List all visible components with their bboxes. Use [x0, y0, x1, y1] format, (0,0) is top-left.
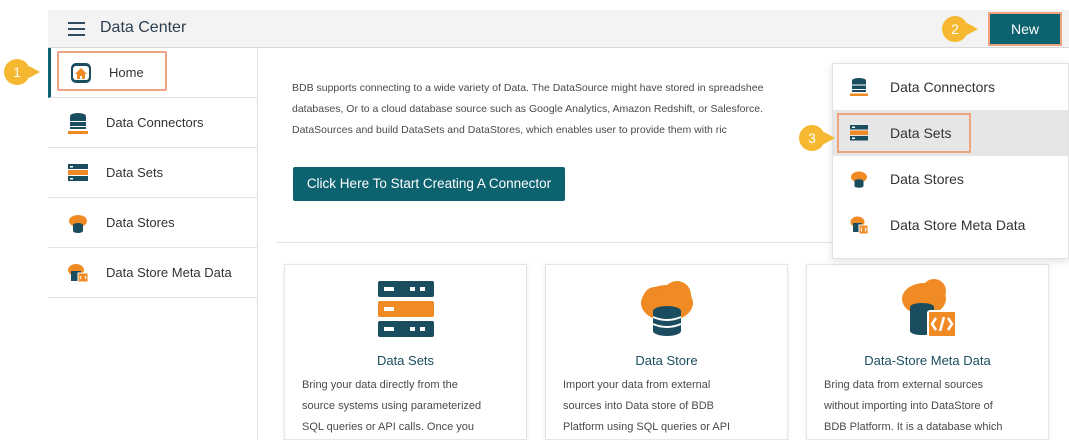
meta-data-icon	[902, 279, 957, 338]
menu-item-label: Data Store Meta Data	[890, 217, 1026, 233]
sidebar: Home Data Connectors Data Sets Data Stor…	[48, 48, 258, 440]
sidebar-item-label: Data Store Meta Data	[106, 265, 232, 280]
sidebar-item-home[interactable]: Home	[48, 48, 257, 98]
card-description: Bring data from external sources without…	[824, 375, 1039, 438]
new-dropdown-menu: Data Connectors Data Sets Data Stores Da…	[832, 63, 1069, 259]
meta-data-icon	[68, 264, 89, 283]
sidebar-item-label: Data Connectors	[106, 115, 204, 130]
app-title: Data Center	[100, 19, 187, 36]
sidebar-item-data-sets[interactable]: Data Sets	[48, 148, 257, 198]
desc-line: BDB Platform. It is a database which	[824, 421, 1003, 433]
intro-line: DataSources and build DataSets and DataS…	[292, 124, 727, 136]
card-title: Data Store	[635, 353, 698, 368]
card-data-sets[interactable]: Data Sets Bring your data directly from …	[284, 264, 527, 440]
desc-line: source systems using parameterized	[302, 400, 482, 412]
desc-line: Platform using SQL queries or API	[563, 421, 731, 433]
database-icon	[850, 78, 868, 96]
step-badge-2: 2	[942, 16, 978, 42]
step-badge-3: 3	[799, 125, 835, 151]
new-button[interactable]: New	[988, 12, 1062, 46]
meta-data-icon	[850, 216, 869, 235]
home-icon	[71, 63, 91, 83]
dataset-icon	[850, 125, 868, 141]
desc-line: without importing into DataStore of	[824, 400, 993, 412]
dataset-icon	[68, 164, 88, 181]
top-header: Data Center New	[48, 10, 1069, 48]
card-data-store[interactable]: Data Store Import your data from externa…	[545, 264, 788, 440]
card-data-store-meta-data[interactable]: Data-Store Meta Data Bring data from ext…	[806, 264, 1049, 440]
create-connector-button[interactable]: Click Here To Start Creating A Connector	[293, 167, 565, 201]
cloud-database-icon	[69, 215, 87, 233]
card-description: Bring your data directly from the source…	[302, 375, 517, 438]
cloud-database-icon	[641, 281, 693, 336]
step-badge-1: 1	[4, 59, 40, 85]
intro-text: BDB supports connecting to a wide variet…	[292, 78, 832, 141]
sidebar-item-data-stores[interactable]: Data Stores	[48, 198, 257, 248]
menu-item-data-stores[interactable]: Data Stores	[833, 156, 1068, 202]
menu-item-label: Data Stores	[890, 171, 964, 187]
menu-item-data-connectors[interactable]: Data Connectors	[833, 64, 1068, 110]
database-icon	[68, 113, 88, 134]
card-description: Import your data from external sources i…	[563, 375, 778, 438]
sidebar-item-label: Home	[109, 65, 144, 80]
card-title: Data Sets	[376, 353, 435, 368]
menu-item-label: Data Connectors	[890, 79, 996, 95]
desc-line: Bring your data directly from the	[302, 379, 458, 391]
intro-line: databases, Or to a cloud database source…	[292, 103, 764, 115]
hamburger-menu-icon[interactable]	[68, 22, 85, 36]
sidebar-item-label: Data Stores	[106, 215, 175, 230]
card-title: Data-Store Meta Data	[864, 353, 991, 368]
cloud-database-icon	[851, 171, 867, 188]
desc-line: Bring data from external sources	[824, 379, 983, 391]
intro-line: BDB supports connecting to a wide variet…	[292, 82, 764, 94]
menu-item-label: Data Sets	[890, 125, 952, 141]
menu-item-data-store-meta-data[interactable]: Data Store Meta Data	[833, 202, 1068, 248]
desc-line: sources into Data store of BDB	[563, 400, 715, 412]
desc-line: Import your data from external	[563, 379, 711, 391]
desc-line: SQL queries or API calls. Once you	[302, 421, 475, 433]
sidebar-item-label: Data Sets	[106, 165, 164, 180]
sidebar-item-data-store-meta-data[interactable]: Data Store Meta Data	[48, 248, 257, 298]
sidebar-item-data-connectors[interactable]: Data Connectors	[48, 98, 257, 148]
dataset-icon	[378, 281, 434, 337]
menu-item-data-sets[interactable]: Data Sets	[833, 110, 1068, 156]
